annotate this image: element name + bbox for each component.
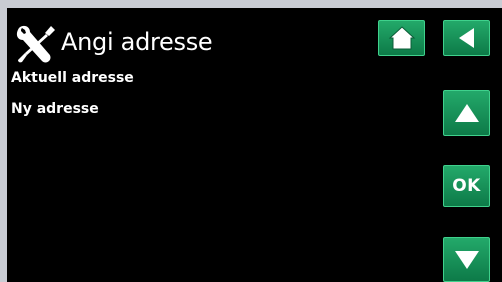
new-address-label[interactable]: Ny adresse — [11, 101, 99, 117]
back-arrow-icon — [458, 28, 474, 48]
home-icon — [388, 26, 415, 50]
up-button[interactable] — [443, 90, 490, 136]
back-button[interactable] — [443, 20, 490, 56]
ok-button[interactable]: OK — [443, 165, 490, 207]
tools-icon — [13, 22, 59, 66]
down-button[interactable] — [443, 237, 490, 282]
current-address-label[interactable]: Aktuell adresse — [11, 70, 134, 86]
down-arrow-icon — [454, 250, 479, 269]
home-button[interactable] — [378, 20, 425, 56]
ok-label: OK — [452, 176, 481, 196]
device-screen: Angi adresse Aktuell adresse Ny adresse … — [7, 8, 502, 282]
up-arrow-icon — [454, 104, 479, 122]
page-title: Angi adresse — [61, 28, 213, 56]
